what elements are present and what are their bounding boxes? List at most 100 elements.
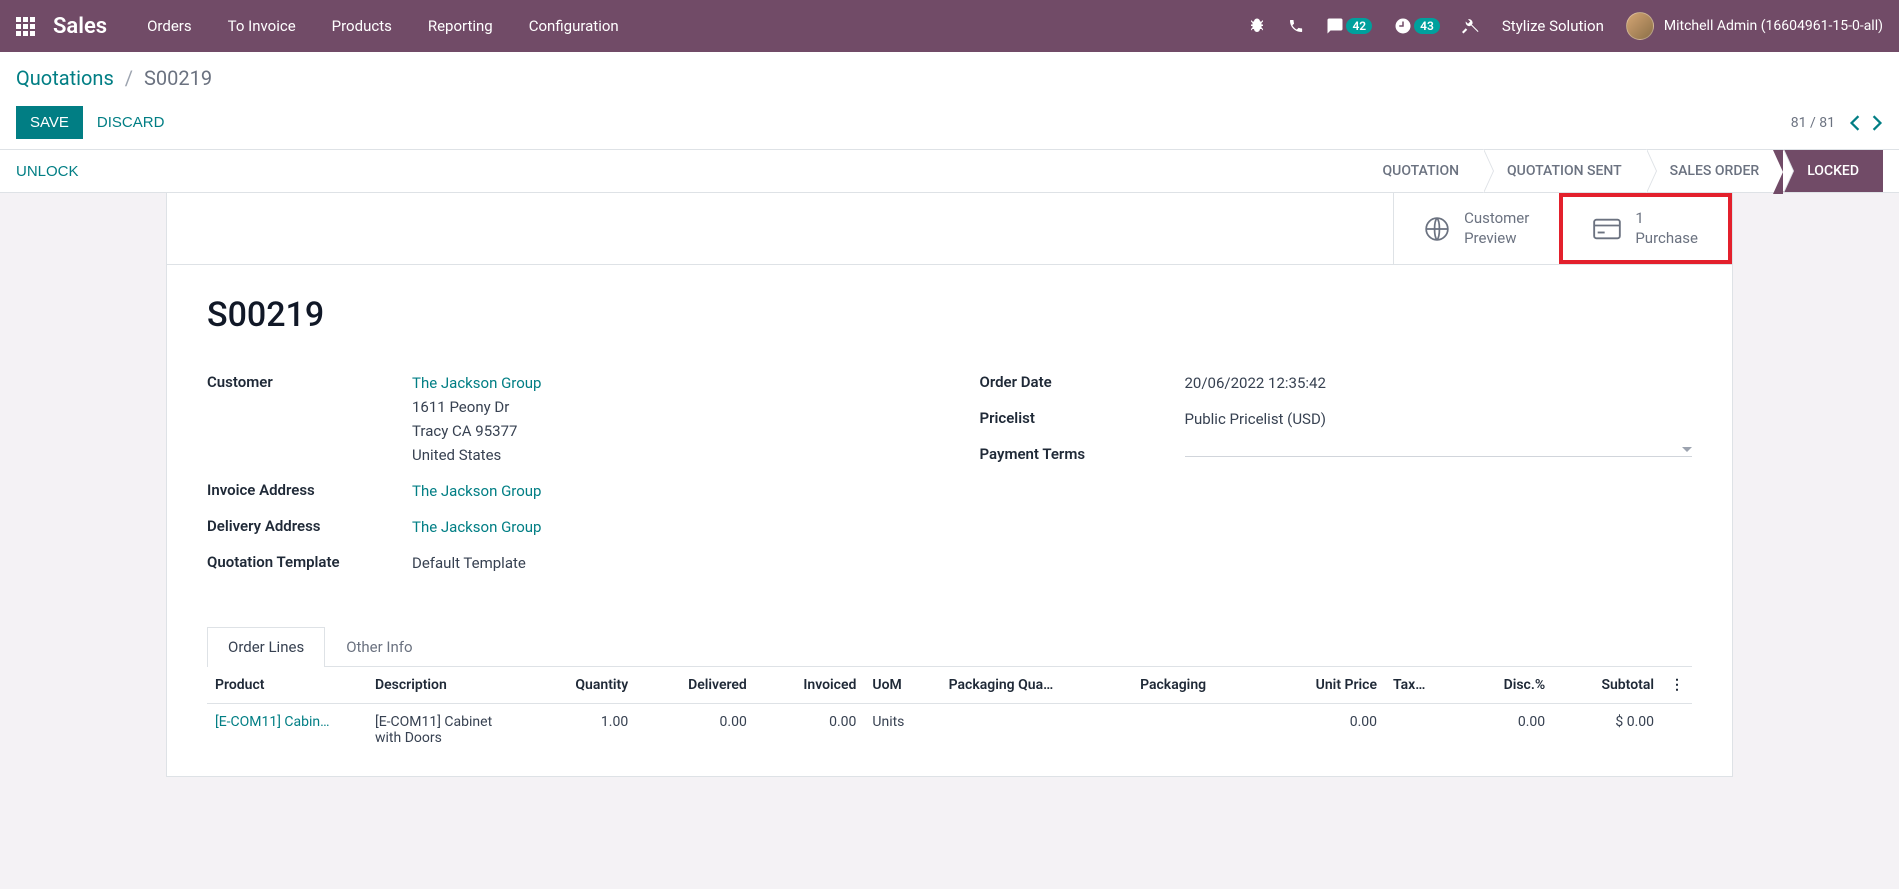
nav-to-invoice[interactable]: To Invoice	[228, 17, 296, 35]
row-unit-price[interactable]: 0.00	[1262, 704, 1385, 757]
tab-order-lines[interactable]: Order Lines	[207, 627, 325, 667]
th-description[interactable]: Description	[367, 667, 527, 704]
preview-line1: Customer	[1464, 209, 1529, 229]
action-row: SAVE DISCARD 81 / 81	[16, 106, 1883, 139]
order-lines-table: Product Description Quantity Delivered I…	[207, 667, 1692, 756]
th-disc[interactable]: Disc.%	[1462, 667, 1553, 704]
customer-addr1: 1611 Peony Dr	[412, 395, 920, 419]
delivery-address-label: Delivery Address	[207, 515, 412, 535]
pager-prev-icon[interactable]	[1849, 115, 1861, 131]
quotation-template-label: Quotation Template	[207, 551, 412, 571]
row-invoiced[interactable]: 0.00	[755, 704, 865, 757]
row-pkg-qty[interactable]	[941, 704, 1132, 757]
row-uom[interactable]: Units	[864, 704, 940, 757]
nav-configuration[interactable]: Configuration	[529, 17, 619, 35]
card-icon	[1593, 218, 1621, 240]
save-button[interactable]: SAVE	[16, 106, 83, 139]
bug-icon[interactable]	[1248, 17, 1266, 35]
purchase-label: Purchase	[1635, 229, 1698, 249]
row-delivered[interactable]: 0.00	[636, 704, 755, 757]
quotation-template-value: Default Template	[412, 551, 920, 575]
control-bar: Quotations / S00219 SAVE DISCARD 81 / 81	[0, 52, 1899, 149]
step-locked[interactable]: LOCKED	[1783, 150, 1883, 192]
breadcrumb-sep: /	[125, 66, 133, 90]
row-description[interactable]: [E-COM11] Cabinet with Doors	[367, 704, 527, 757]
breadcrumb-current: S00219	[144, 66, 212, 90]
table-options-icon[interactable]: ⋮	[1662, 667, 1692, 704]
nav-menu: Orders To Invoice Products Reporting Con…	[147, 17, 619, 35]
th-packaging[interactable]: Packaging	[1132, 667, 1262, 704]
avatar	[1626, 12, 1654, 40]
order-date-value: 20/06/2022 12:35:42	[1185, 371, 1693, 395]
form-left-col: Customer The Jackson Group 1611 Peony Dr…	[207, 371, 920, 587]
row-disc[interactable]: 0.00	[1462, 704, 1553, 757]
purchase-count: 1	[1635, 209, 1698, 229]
order-date-label: Order Date	[980, 371, 1185, 391]
brand[interactable]: Sales	[53, 14, 107, 39]
row-tax[interactable]	[1385, 704, 1462, 757]
th-uom[interactable]: UoM	[864, 667, 940, 704]
tabs: Order Lines Other Info	[207, 627, 1692, 667]
preview-line2: Preview	[1464, 229, 1529, 249]
th-product[interactable]: Product	[207, 667, 367, 704]
activities-icon[interactable]: 43	[1394, 17, 1440, 35]
form-sheet: Customer Preview 1 Purchase S00219 C	[166, 193, 1733, 777]
customer-link[interactable]: The Jackson Group	[412, 371, 920, 395]
step-quotation-sent[interactable]: QUOTATION SENT	[1483, 150, 1646, 192]
delivery-address-link[interactable]: The Jackson Group	[412, 518, 541, 536]
stat-buttons: Customer Preview 1 Purchase	[167, 193, 1732, 265]
th-unit-price[interactable]: Unit Price	[1262, 667, 1385, 704]
nav-reporting[interactable]: Reporting	[428, 17, 493, 35]
form-right-col: Order Date 20/06/2022 12:35:42 Pricelist…	[980, 371, 1693, 587]
messages-icon[interactable]: 42	[1326, 17, 1372, 35]
company-selector[interactable]: Stylize Solution	[1502, 17, 1604, 35]
chevron-down-icon	[1682, 447, 1692, 452]
breadcrumb-root[interactable]: Quotations	[16, 66, 114, 90]
status-steps: QUOTATION QUOTATION SENT SALES ORDER LOC…	[1359, 150, 1883, 192]
pricelist-label: Pricelist	[980, 407, 1185, 427]
breadcrumb: Quotations / S00219	[16, 66, 1883, 90]
customer-addr3: United States	[412, 443, 920, 467]
record-title: S00219	[207, 295, 1692, 335]
unlock-button[interactable]: UNLOCK	[16, 163, 79, 180]
table-row[interactable]: [E-COM11] Cabin… [E-COM11] Cabinet with …	[207, 704, 1692, 757]
th-subtotal[interactable]: Subtotal	[1553, 667, 1662, 704]
messages-badge: 42	[1346, 18, 1372, 34]
user-name: Mitchell Admin (16604961-15-0-all)	[1664, 18, 1883, 34]
user-menu[interactable]: Mitchell Admin (16604961-15-0-all)	[1626, 12, 1883, 40]
globe-icon	[1424, 216, 1450, 242]
row-quantity[interactable]: 1.00	[527, 704, 636, 757]
discard-button[interactable]: DISCARD	[97, 114, 165, 131]
tools-icon[interactable]	[1462, 17, 1480, 35]
invoice-address-label: Invoice Address	[207, 479, 412, 499]
apps-icon[interactable]	[16, 17, 35, 36]
pager-text: 81 / 81	[1791, 115, 1835, 131]
tab-other-info[interactable]: Other Info	[325, 627, 433, 666]
step-quotation[interactable]: QUOTATION	[1359, 150, 1484, 192]
th-quantity[interactable]: Quantity	[527, 667, 636, 704]
purchase-button[interactable]: 1 Purchase	[1559, 193, 1732, 264]
customer-label: Customer	[207, 371, 412, 391]
topnav-right: 42 43 Stylize Solution Mitchell Admin (1…	[1248, 12, 1883, 40]
pager-next-icon[interactable]	[1871, 115, 1883, 131]
th-packaging-qty[interactable]: Packaging Qua…	[941, 667, 1132, 704]
pricelist-value: Public Pricelist (USD)	[1185, 407, 1693, 431]
activities-badge: 43	[1414, 18, 1440, 34]
customer-preview-button[interactable]: Customer Preview	[1393, 193, 1559, 264]
status-bar: UNLOCK QUOTATION QUOTATION SENT SALES OR…	[0, 149, 1899, 193]
th-tax[interactable]: Tax…	[1385, 667, 1462, 704]
nav-products[interactable]: Products	[332, 17, 392, 35]
customer-addr2: Tracy CA 95377	[412, 419, 920, 443]
th-delivered[interactable]: Delivered	[636, 667, 755, 704]
row-product-link[interactable]: [E-COM11] Cabin…	[215, 714, 359, 730]
step-sales-order[interactable]: SALES ORDER	[1646, 150, 1784, 192]
row-pkg[interactable]	[1132, 704, 1262, 757]
row-subtotal[interactable]: $ 0.00	[1553, 704, 1662, 757]
nav-orders[interactable]: Orders	[147, 17, 192, 35]
pager: 81 / 81	[1791, 115, 1883, 131]
invoice-address-link[interactable]: The Jackson Group	[412, 482, 541, 500]
phone-icon[interactable]	[1288, 18, 1304, 34]
th-invoiced[interactable]: Invoiced	[755, 667, 865, 704]
payment-terms-label: Payment Terms	[980, 443, 1185, 463]
payment-terms-select[interactable]	[1185, 443, 1693, 457]
